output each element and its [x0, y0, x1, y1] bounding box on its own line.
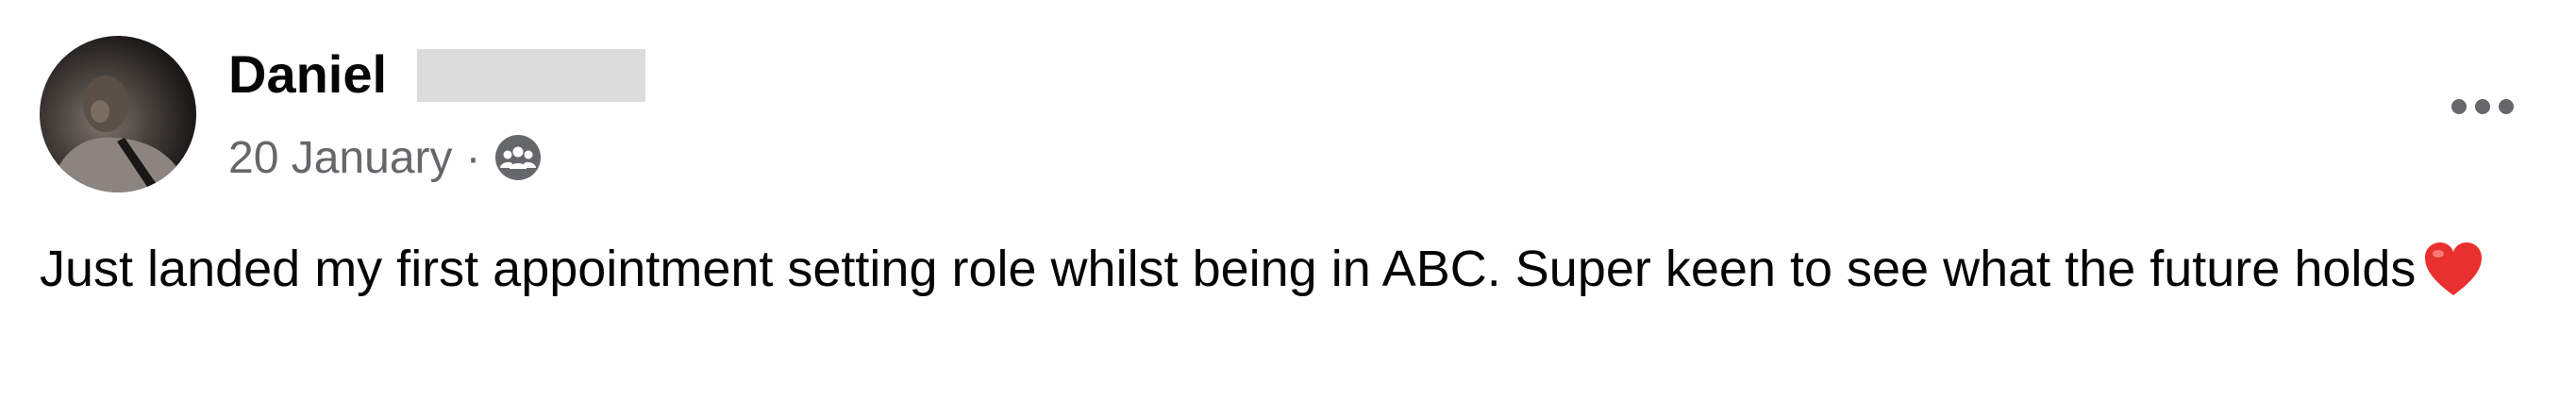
redacted-surname: [417, 49, 645, 102]
author-name[interactable]: Daniel: [228, 43, 387, 106]
post-meta: 20 January ·: [228, 128, 543, 187]
post-date[interactable]: 20 January: [228, 132, 453, 184]
meta-separator: ·: [465, 132, 481, 183]
post-body: Just landed my first appointment setting…: [40, 230, 2531, 308]
friends-icon[interactable]: [493, 133, 543, 182]
post-text: Just landed my first appointment setting…: [40, 241, 2417, 297]
avatar[interactable]: [40, 36, 196, 192]
post-card: Daniel 20 January · Just landed my first…: [0, 0, 2576, 417]
more-options-icon[interactable]: [2440, 83, 2525, 130]
red-heart-icon: [2423, 241, 2484, 297]
